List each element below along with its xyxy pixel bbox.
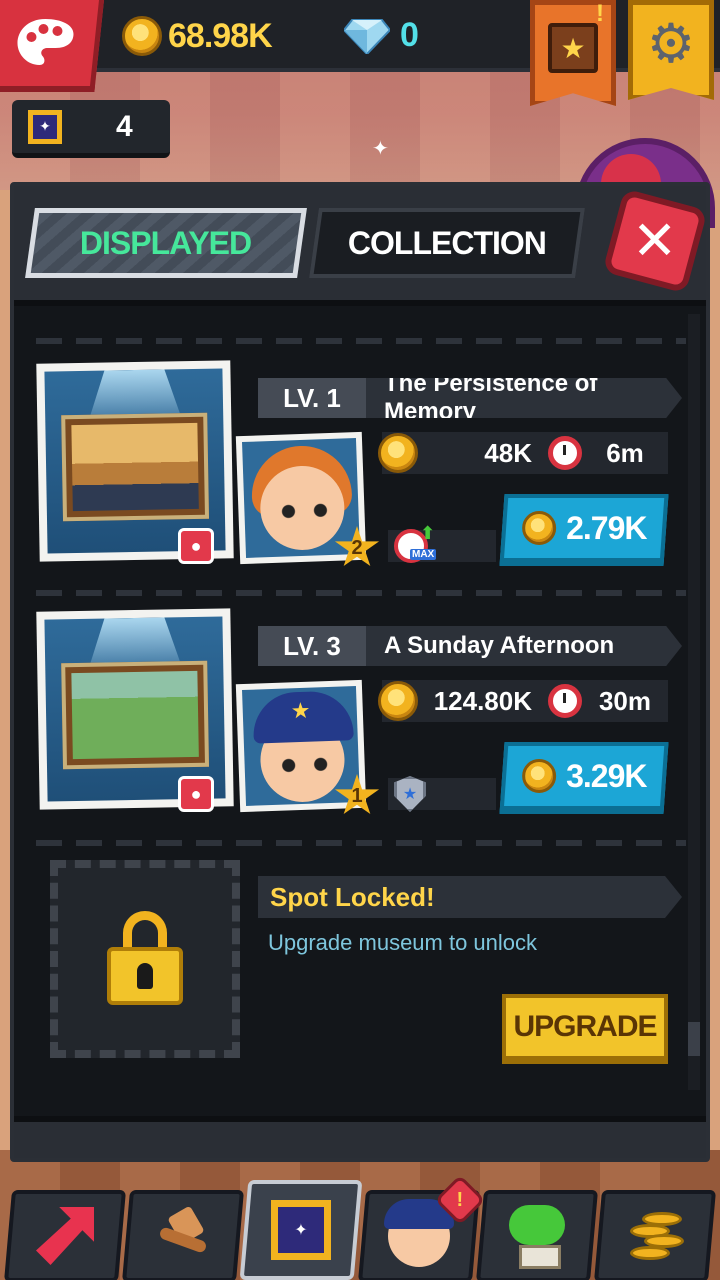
coin-icon [378,433,418,473]
scrollbar-track[interactable] [688,314,700,1090]
divider [36,840,686,846]
panel-footer [14,1116,706,1158]
police-worker-icon [388,1205,450,1267]
bottom-navigation: ✦ ! [0,1174,720,1280]
tree-icon [507,1205,567,1267]
tab-displayed-label: DISPLAYED [80,224,252,261]
worker-rank-value: 2 [351,536,363,559]
scrollbar-thumb[interactable] [688,1022,700,1056]
income-value: 124.80K [433,685,532,716]
tab-collection-label: COLLECTION [348,224,546,261]
nav-build-button[interactable] [121,1190,245,1280]
divider [36,590,686,596]
coin-balance-value: 68.98K [168,16,273,55]
skill-slot: ★ [388,776,496,812]
frames-counter: ✦ 4 [12,100,170,158]
painting-level: LV. 1 [258,378,366,418]
gem-balance: 0 [344,16,419,55]
income-info: 48K 6m [378,432,668,474]
gear-icon: ⚙ [646,13,696,74]
speed-boost-slot: ⬆ MAX [388,523,496,563]
frame-icon: ✦ [271,1200,331,1260]
coins-icon [624,1208,686,1264]
upgrade-cost: 2.79K [565,509,647,546]
time-value: 6m [606,437,644,468]
nav-garden-button[interactable] [475,1190,599,1280]
hammer-icon [155,1208,211,1264]
coin-icon [378,681,418,721]
palette-tag-icon: ● [178,528,214,564]
arrow-icon [36,1207,94,1265]
nav-shop-button[interactable] [593,1190,717,1280]
panel-header: DISPLAYED COLLECTION ✕ [14,186,708,306]
painting-name: The Persistence of Memory [366,378,682,418]
close-icon: ✕ [632,211,678,271]
spot-locked-title: Spot Locked! [258,876,682,918]
clock-icon [548,436,582,470]
gallery-panel: DISPLAYED COLLECTION ✕ ● 2 LV. 1 The Per… [10,182,710,1162]
staff-alert-mark: ! [456,1188,464,1211]
coin-icon [521,511,556,545]
diamond-icon [344,18,390,54]
sparkle-icon: ✦ [372,138,389,160]
frames-count-value: 4 [116,109,133,143]
upgrade-painting-button[interactable]: 3.29K [499,742,669,814]
upgrade-museum-button[interactable]: UPGRADE [502,994,668,1064]
painting-image [71,422,199,512]
lock-icon [107,911,183,1007]
upgrade-painting-button[interactable]: 2.79K [499,494,669,566]
painting-image [71,670,199,760]
gem-balance-value: 0 [400,16,419,54]
tab-displayed[interactable]: DISPLAYED [25,208,307,278]
star-book-icon: ★ [548,23,598,73]
painting-level: LV. 3 [258,626,366,666]
income-info: 124.80K 30m [378,680,668,722]
police-shield-icon: ★ [394,776,426,812]
settings-button[interactable]: ⚙ [628,0,714,100]
divider [36,338,686,344]
spot-locked-description: Upgrade museum to unlock [268,930,538,955]
locked-slot-row: Spot Locked! Upgrade museum to unlock UP… [14,860,706,1100]
tab-collection[interactable]: COLLECTION [309,208,585,278]
coin-icon [521,759,556,793]
palette-icon [16,19,73,65]
coin-icon [122,16,162,56]
worker-rank-value: 1 [351,784,363,807]
nav-arrow-button[interactable] [3,1190,127,1280]
coin-balance: 68.98K [122,16,273,56]
speed-max-label: MAX [410,549,437,560]
painting-list[interactable]: ● 2 LV. 1 The Persistence of Memory 48K … [14,312,706,1102]
palette-button[interactable] [0,0,104,92]
palette-tag-icon: ● [178,776,214,812]
frame-icon: ✦ [28,109,62,144]
painting-row: ● 2 LV. 1 The Persistence of Memory 48K … [14,360,706,602]
income-value: 48K [484,437,532,468]
clock-icon [548,684,582,718]
upgrade-cost: 3.29K [565,757,647,794]
close-button[interactable]: ✕ [602,188,708,294]
painting-name: A Sunday Afternoon [366,626,682,666]
alert-icon: ! [596,0,604,27]
nav-gallery-button[interactable]: ✦ [239,1180,363,1280]
speed-max-icon: ⬆ MAX [394,523,437,563]
locked-slot-card [50,860,240,1058]
time-value: 30m [598,685,652,716]
painting-row: ● ★ 1 LV. 3 A Sunday Afternoon 124.80K 3… [14,608,706,850]
